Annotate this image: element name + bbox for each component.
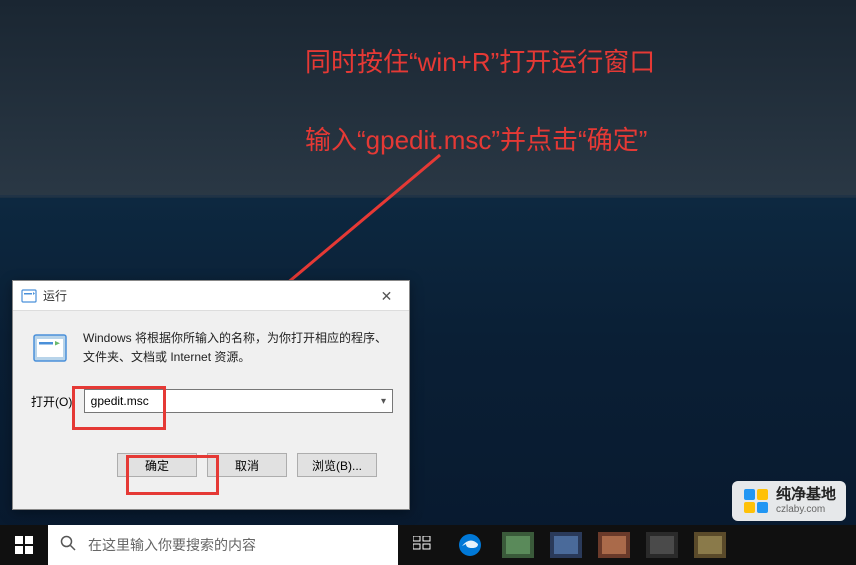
taskbar-app-5[interactable]: [686, 525, 734, 565]
close-button[interactable]: ✕: [364, 281, 409, 311]
edge-browser-button[interactable]: [446, 525, 494, 565]
taskbar-app-4[interactable]: [638, 525, 686, 565]
task-view-button[interactable]: [398, 525, 446, 565]
app-thumb-icon: [646, 532, 678, 558]
taskbar-app-2[interactable]: [542, 525, 590, 565]
run-dialog-titlebar[interactable]: 运行 ✕: [13, 281, 409, 311]
run-dialog-body: Windows 将根据你所输入的名称，为你打开相应的程序、文件夹、文档或 Int…: [13, 311, 409, 505]
cancel-button[interactable]: 取消: [207, 453, 287, 477]
search-placeholder: 在这里输入你要搜索的内容: [88, 535, 256, 555]
run-titlebar-icon: [21, 288, 37, 304]
run-dialog-description: Windows 将根据你所输入的名称，为你打开相应的程序、文件夹、文档或 Int…: [83, 329, 393, 367]
browse-button[interactable]: 浏览(B)...: [297, 453, 377, 477]
taskbar-icons: [398, 525, 734, 565]
open-input-value: gpedit.msc: [91, 394, 149, 408]
watermark-title: 纯净基地: [776, 487, 836, 504]
close-icon: ✕: [381, 288, 393, 305]
watermark-logo-icon: [742, 487, 770, 515]
app-thumb-icon: [550, 532, 582, 558]
open-combobox[interactable]: gpedit.msc ▾: [84, 389, 393, 413]
instruction-line-2: 输入“gpedit.msc”并点击“确定”: [305, 120, 647, 157]
ok-button[interactable]: 确定: [117, 453, 197, 477]
app-thumb-icon: [694, 532, 726, 558]
horizon-decoration: [0, 195, 856, 197]
run-dialog-icon: [31, 329, 69, 367]
instruction-line-1: 同时按住“win+R”打开运行窗口: [305, 42, 655, 79]
chevron-down-icon[interactable]: ▾: [381, 396, 386, 407]
taskbar: 在这里输入你要搜索的内容: [0, 525, 856, 565]
windows-logo-icon: [15, 536, 33, 554]
app-thumb-icon: [502, 532, 534, 558]
taskbar-app-1[interactable]: [494, 525, 542, 565]
watermark-url: czlaby.com: [776, 504, 836, 515]
taskbar-search[interactable]: 在这里输入你要搜索的内容: [48, 525, 398, 565]
watermark: 纯净基地 czlaby.com: [732, 481, 846, 521]
edge-icon: [458, 533, 482, 557]
desktop-background: 同时按住“win+R”打开运行窗口 输入“gpedit.msc”并点击“确定” …: [0, 0, 856, 565]
run-dialog-title: 运行: [43, 287, 67, 304]
run-dialog-window: 运行 ✕ Windows 将根据你所输入的名称，为你打开相应的程序、文件夹、文档…: [12, 280, 410, 510]
task-view-icon: [413, 536, 431, 555]
app-thumb-icon: [598, 532, 630, 558]
search-icon: [60, 535, 76, 556]
open-label: 打开(O):: [31, 393, 76, 410]
start-button[interactable]: [0, 525, 48, 565]
taskbar-app-3[interactable]: [590, 525, 638, 565]
